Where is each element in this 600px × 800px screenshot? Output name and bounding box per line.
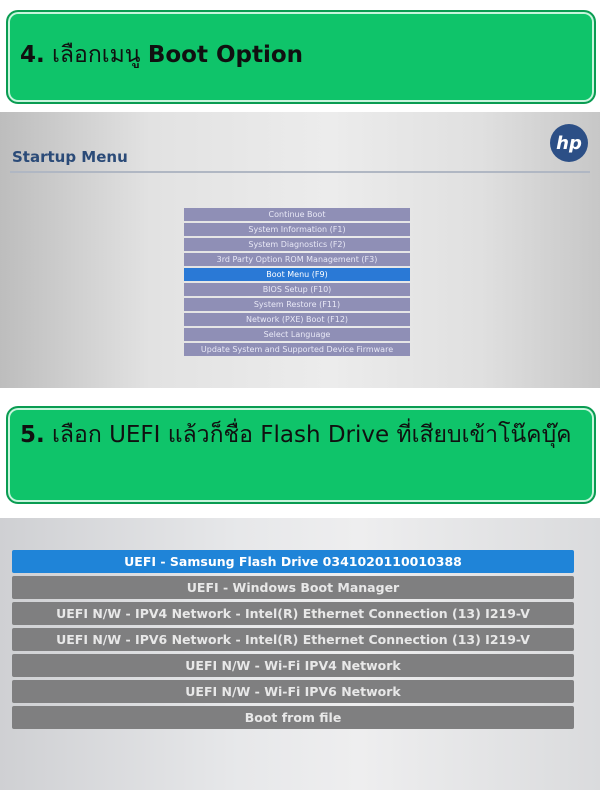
step-4-banner: 4. เลือกเมนู Boot Option: [6, 10, 596, 104]
step-instruction: เลือกเมนู: [44, 42, 148, 68]
boot-menu-item[interactable]: UEFI N/W - Wi-Fi IPV4 Network: [12, 654, 574, 677]
step-5-text: 5. เลือก UEFI แล้วก็ชื่อ Flash Drive ที่…: [20, 418, 580, 452]
startup-menu-item[interactable]: Network (PXE) Boot (F12): [184, 313, 410, 326]
startup-menu-item[interactable]: 3rd Party Option ROM Management (F3): [184, 253, 410, 266]
startup-menu-item-selected[interactable]: Boot Menu (F9): [184, 268, 410, 281]
startup-menu-item[interactable]: Continue Boot: [184, 208, 410, 221]
boot-menu-item[interactable]: UEFI N/W - IPV4 Network - Intel(R) Ether…: [12, 602, 574, 625]
startup-menu-title: Startup Menu: [12, 148, 128, 166]
startup-menu-item[interactable]: System Information (F1): [184, 223, 410, 236]
boot-device-list: UEFI - Samsung Flash Drive 0341020110010…: [12, 550, 574, 732]
boot-menu-item[interactable]: UEFI - Windows Boot Manager: [12, 576, 574, 599]
step-4-text: 4. เลือกเมนู Boot Option: [20, 38, 303, 72]
boot-menu-item[interactable]: UEFI N/W - IPV6 Network - Intel(R) Ether…: [12, 628, 574, 651]
boot-menu-item[interactable]: UEFI N/W - Wi-Fi IPV6 Network: [12, 680, 574, 703]
startup-menu-item[interactable]: System Diagnostics (F2): [184, 238, 410, 251]
title-divider: [10, 171, 590, 173]
startup-menu-screen: hp Startup Menu Continue Boot System Info…: [0, 112, 600, 388]
step-number: 4.: [20, 42, 45, 68]
startup-menu-item[interactable]: Update System and Supported Device Firmw…: [184, 343, 410, 356]
boot-menu-item-selected[interactable]: UEFI - Samsung Flash Drive 0341020110010…: [12, 550, 574, 573]
hp-logo-icon: hp: [550, 124, 588, 162]
boot-menu-screen: UEFI - Samsung Flash Drive 0341020110010…: [0, 518, 600, 790]
boot-menu-item[interactable]: Boot from file: [12, 706, 574, 729]
startup-menu-list: Continue Boot System Information (F1) Syst…: [184, 208, 410, 358]
step-instruction: เลือก UEFI แล้วก็ชื่อ Flash Drive ที่เสี…: [44, 422, 572, 448]
startup-menu-item[interactable]: BIOS Setup (F10): [184, 283, 410, 296]
startup-menu-item[interactable]: System Restore (F11): [184, 298, 410, 311]
step-5-banner: 5. เลือก UEFI แล้วก็ชื่อ Flash Drive ที่…: [6, 406, 596, 504]
startup-menu-item[interactable]: Select Language: [184, 328, 410, 341]
step-highlight: Boot Option: [147, 42, 304, 68]
step-number: 5.: [20, 422, 45, 448]
